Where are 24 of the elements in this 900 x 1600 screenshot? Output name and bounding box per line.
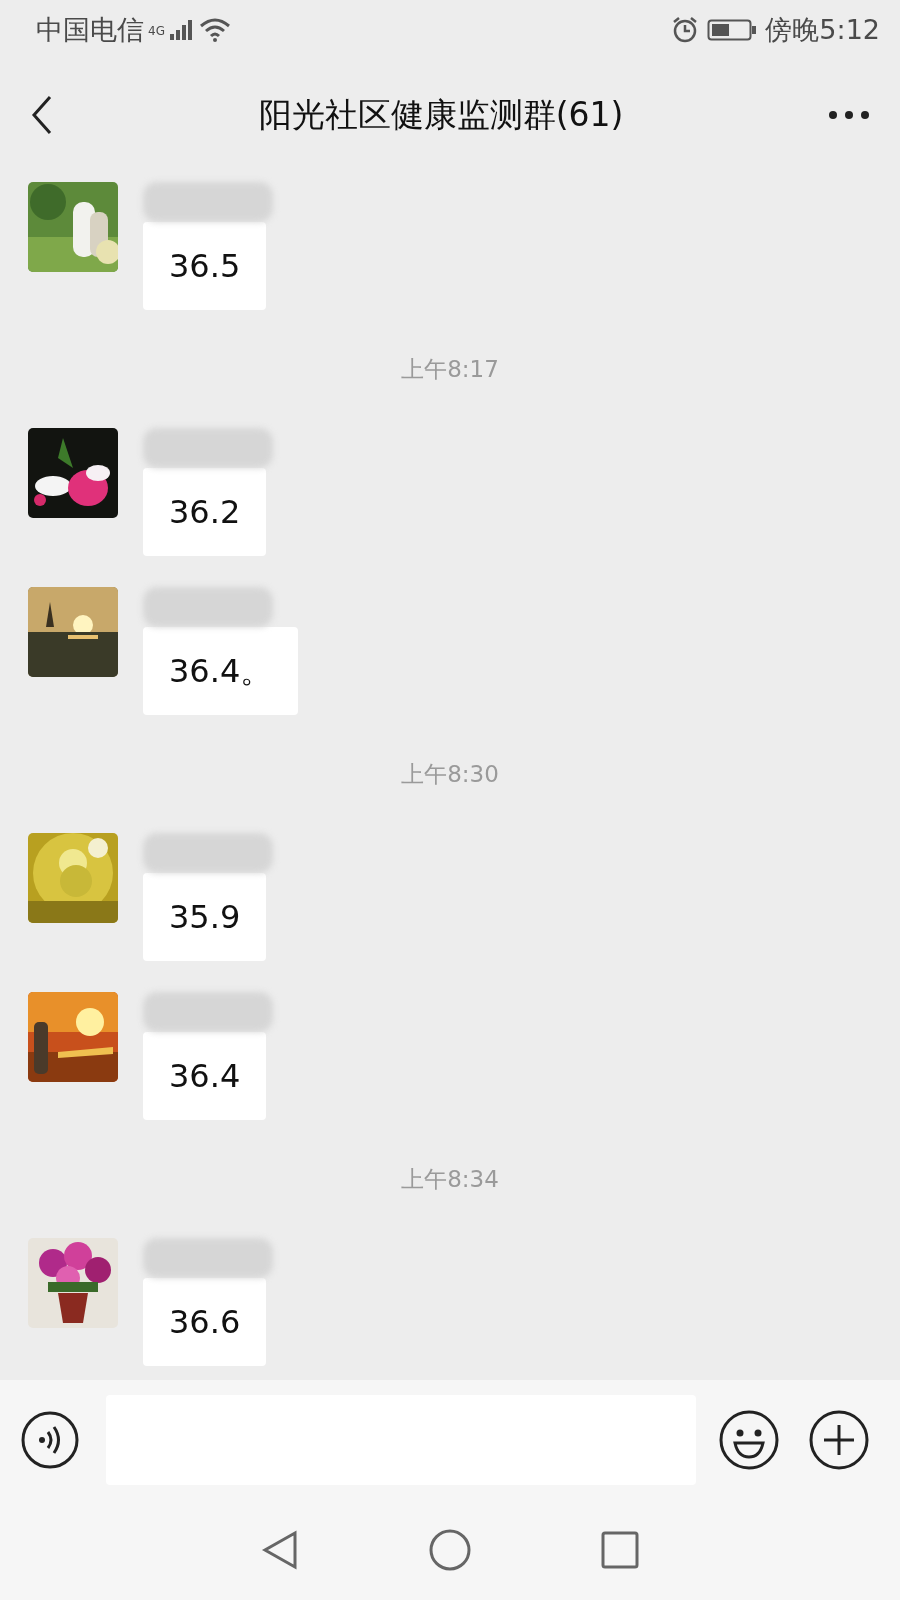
home-icon[interactable] [429, 1529, 471, 1571]
chat-title: 阳光社区健康监测群(61) [258, 94, 624, 137]
battery-icon [707, 18, 758, 42]
back-icon[interactable] [30, 95, 54, 135]
message-bubble: 36.6 [143, 1278, 267, 1366]
message-bubble: 36.5 [143, 222, 267, 310]
timestamp: 上午8:30 [401, 761, 499, 787]
timestamp: 上午8:17 [401, 356, 499, 382]
message-bubble: 36.4。 [143, 627, 299, 715]
nav-back-icon[interactable] [261, 1530, 299, 1570]
message-bubble: 36.4 [143, 1032, 267, 1120]
message-bubble: 35.9 [143, 873, 267, 961]
network-type: 4G [148, 22, 165, 40]
recents-icon[interactable] [601, 1531, 639, 1569]
status-time: 傍晚5:12 [765, 12, 880, 47]
signal-icon [168, 19, 195, 41]
plus-icon[interactable] [808, 1409, 870, 1471]
timestamp: 上午8:34 [401, 1166, 499, 1192]
message-bubble: 36.2 [143, 468, 267, 556]
carrier-name: 中国电信 [36, 12, 144, 47]
wifi-icon [198, 18, 231, 42]
more-icon[interactable] [828, 110, 870, 120]
emoji-icon[interactable] [718, 1409, 780, 1471]
voice-icon[interactable] [20, 1410, 80, 1470]
